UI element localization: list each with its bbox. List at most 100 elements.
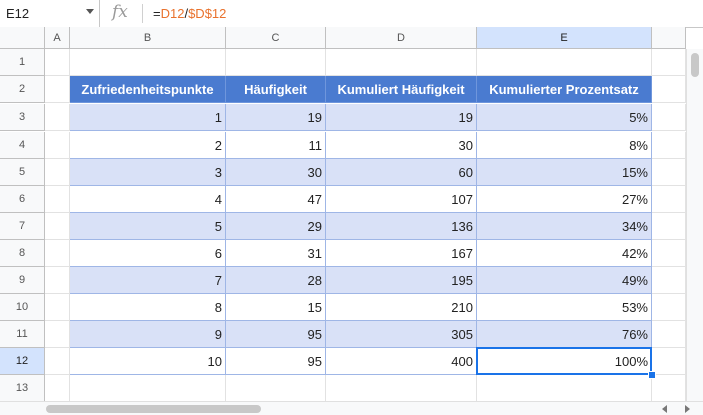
table-header-cell[interactable]: Kumulierter Prozentsatz: [477, 76, 652, 103]
table-cell[interactable]: 49%: [477, 267, 652, 294]
cell-f3[interactable]: [652, 104, 686, 131]
fill-handle[interactable]: [648, 371, 656, 379]
table-cell[interactable]: 29: [226, 213, 326, 240]
cell-c1[interactable]: [226, 49, 326, 76]
table-cell[interactable]: 11: [226, 132, 326, 159]
table-cell[interactable]: 30: [326, 132, 477, 159]
table-cell[interactable]: 95: [226, 321, 326, 348]
table-cell[interactable]: 3: [70, 159, 226, 186]
table-cell[interactable]: 9: [70, 321, 226, 348]
scroll-right-icon[interactable]: [685, 405, 690, 413]
table-header-cell[interactable]: Zufriedenheitspunkte: [70, 76, 226, 103]
column-header-e[interactable]: E: [477, 27, 652, 49]
table-cell[interactable]: 42%: [477, 240, 652, 267]
table-cell[interactable]: 8: [70, 294, 226, 321]
table-cell[interactable]: 1: [70, 104, 226, 131]
cell-a1[interactable]: [45, 49, 70, 76]
table-cell[interactable]: 8%: [477, 132, 652, 159]
cell-f4[interactable]: [652, 132, 686, 159]
table-cell[interactable]: 30: [226, 159, 326, 186]
column-header-c[interactable]: C: [226, 27, 326, 49]
cell-a6[interactable]: [45, 186, 70, 213]
table-header-cell[interactable]: Häufigkeit: [226, 76, 326, 103]
table-cell[interactable]: 27%: [477, 186, 652, 213]
table-cell[interactable]: 167: [326, 240, 477, 267]
select-all-corner[interactable]: [0, 27, 45, 49]
table-cell[interactable]: 4: [70, 186, 226, 213]
cell-f1[interactable]: [652, 49, 686, 76]
row-header-4[interactable]: 4: [0, 132, 45, 159]
table-cell[interactable]: 136: [326, 213, 477, 240]
cell-a3[interactable]: [45, 104, 70, 131]
vertical-scrollbar[interactable]: [686, 49, 703, 401]
cell-a10[interactable]: [45, 294, 70, 321]
table-cell[interactable]: 210: [326, 294, 477, 321]
cell-c13[interactable]: [226, 375, 326, 402]
row-header-2[interactable]: 2: [0, 76, 45, 103]
cell-f9[interactable]: [652, 267, 686, 294]
cell-a7[interactable]: [45, 213, 70, 240]
chevron-down-icon[interactable]: [86, 9, 94, 14]
cell-a13[interactable]: [45, 375, 70, 402]
name-box[interactable]: E12: [0, 0, 100, 27]
horizontal-scrollbar[interactable]: [0, 401, 703, 415]
row-header-9[interactable]: 9: [0, 267, 45, 294]
row-header-7[interactable]: 7: [0, 213, 45, 240]
table-cell[interactable]: 400: [326, 348, 477, 375]
row-header-12[interactable]: 12: [0, 348, 45, 375]
table-cell[interactable]: 34%: [477, 213, 652, 240]
cell-f10[interactable]: [652, 294, 686, 321]
cell-e13[interactable]: [477, 375, 652, 402]
cell-a5[interactable]: [45, 159, 70, 186]
cell-f12[interactable]: [652, 348, 686, 375]
vertical-scroll-thumb[interactable]: [691, 53, 699, 77]
cell-f8[interactable]: [652, 240, 686, 267]
column-header-b[interactable]: B: [70, 27, 226, 49]
row-header-13[interactable]: 13: [0, 375, 45, 402]
cell-a2[interactable]: [45, 76, 70, 103]
table-cell[interactable]: 2: [70, 132, 226, 159]
cell-a12[interactable]: [45, 348, 70, 375]
table-cell[interactable]: 47: [226, 186, 326, 213]
table-header-cell[interactable]: Kumuliert Häufigkeit: [326, 76, 477, 103]
table-cell[interactable]: 19: [326, 104, 477, 131]
cell-f2[interactable]: [652, 76, 686, 103]
horizontal-scroll-thumb[interactable]: [46, 405, 261, 413]
table-cell[interactable]: 60: [326, 159, 477, 186]
table-cell[interactable]: 53%: [477, 294, 652, 321]
table-cell[interactable]: 6: [70, 240, 226, 267]
row-header-6[interactable]: 6: [0, 186, 45, 213]
column-header-a[interactable]: A: [45, 27, 70, 49]
cell-a11[interactable]: [45, 321, 70, 348]
cell-b13[interactable]: [70, 375, 226, 402]
column-header-d[interactable]: D: [326, 27, 477, 49]
table-cell[interactable]: 305: [326, 321, 477, 348]
cell-f7[interactable]: [652, 213, 686, 240]
cell-a9[interactable]: [45, 267, 70, 294]
table-cell[interactable]: 15: [226, 294, 326, 321]
table-cell[interactable]: 28: [226, 267, 326, 294]
cell-f6[interactable]: [652, 186, 686, 213]
table-cell[interactable]: 15%: [477, 159, 652, 186]
cell-e1[interactable]: [477, 49, 652, 76]
table-cell[interactable]: 19: [226, 104, 326, 131]
table-cell[interactable]: 95: [226, 348, 326, 375]
row-header-8[interactable]: 8: [0, 240, 45, 267]
table-cell[interactable]: 7: [70, 267, 226, 294]
cell-a4[interactable]: [45, 132, 70, 159]
row-header-10[interactable]: 10: [0, 294, 45, 321]
row-header-1[interactable]: 1: [0, 49, 45, 76]
row-header-5[interactable]: 5: [0, 159, 45, 186]
table-cell[interactable]: 76%: [477, 321, 652, 348]
table-cell[interactable]: 195: [326, 267, 477, 294]
table-cell[interactable]: 107: [326, 186, 477, 213]
formula-input[interactable]: =D12/$D$12: [153, 6, 226, 21]
table-cell[interactable]: 10: [70, 348, 226, 375]
cell-f5[interactable]: [652, 159, 686, 186]
table-cell[interactable]: 100%: [477, 348, 652, 375]
table-cell[interactable]: 5%: [477, 104, 652, 131]
cell-f13[interactable]: [652, 375, 686, 402]
cell-d13[interactable]: [326, 375, 477, 402]
cell-b1[interactable]: [70, 49, 226, 76]
cell-a8[interactable]: [45, 240, 70, 267]
